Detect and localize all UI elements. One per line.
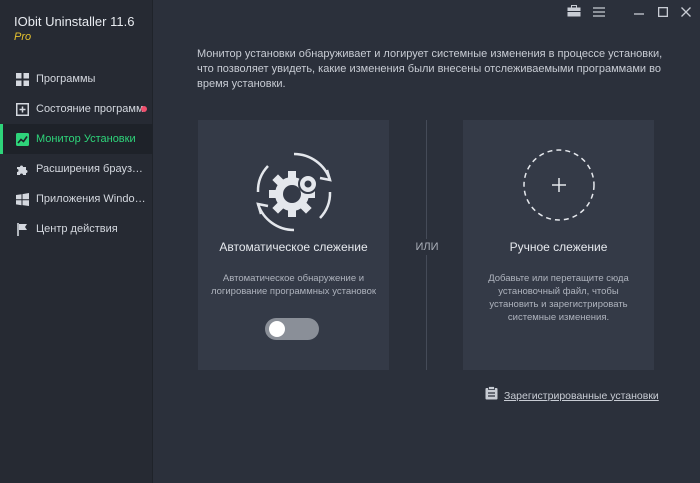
registered-installs-label[interactable]: Зарегистрированные установки: [504, 390, 659, 402]
menu-button[interactable]: [591, 5, 607, 21]
sidebar-item-label: Состояние программ: [36, 103, 144, 115]
page-description: Монитор установки обнаруживает и логируе…: [197, 48, 663, 90]
add-box-icon: [15, 102, 29, 116]
grid-icon: [15, 72, 29, 86]
sidebar-item-windows-apps[interactable]: Приложения Windows: [0, 184, 153, 214]
or-label: ИЛИ: [409, 239, 445, 255]
auto-monitor-description: Автоматическое обнаружение и логирование…: [210, 273, 377, 297]
maximize-button[interactable]: [655, 5, 671, 21]
sidebar-item-label: Центр действия: [36, 223, 118, 235]
sidebar-item-action-center[interactable]: Центр действия: [0, 214, 153, 244]
puzzle-icon: [15, 162, 29, 176]
sidebar-item-programs[interactable]: Программы: [0, 64, 153, 94]
briefcase-icon: [567, 4, 581, 22]
close-icon: [681, 4, 691, 22]
add-file-icon[interactable]: [521, 147, 597, 228]
sidebar-item-label: Программы: [36, 73, 96, 85]
manual-monitor-title: Ручное слежение: [509, 240, 608, 254]
manual-monitor-card[interactable]: Ручное слежение Добавьте или перетащите …: [463, 120, 654, 370]
sidebar-item-label: Приложения Windows: [36, 193, 148, 205]
flag-icon: [15, 222, 29, 236]
windows-icon: [15, 192, 29, 206]
sidebar-item-browser-extensions[interactable]: Расширения браузера: [0, 154, 153, 184]
clipboard-icon: [485, 386, 498, 405]
minimize-button[interactable]: [631, 5, 647, 21]
gear-sync-icon: [250, 148, 338, 241]
notification-badge: [141, 106, 147, 112]
auto-monitor-toggle[interactable]: [265, 318, 319, 340]
manual-monitor-description: Добавьте или перетащите сюда установочны…: [488, 273, 629, 323]
app-title: IObit Uninstaller 11.6: [14, 14, 135, 29]
app-edition: Pro: [14, 31, 32, 43]
sidebar: IObit Uninstaller 11.6 Pro Программы Сос…: [0, 0, 153, 483]
toolbox-button[interactable]: [566, 5, 582, 21]
auto-monitor-card: Автоматическое слежение Автоматическое о…: [198, 120, 389, 370]
sidebar-nav: Программы Состояние программ Монитор Уст…: [0, 64, 153, 244]
minimize-icon: [634, 4, 644, 22]
maximize-icon: [657, 4, 668, 22]
sidebar-item-install-monitor[interactable]: Монитор Установки: [0, 124, 153, 154]
sidebar-item-program-status[interactable]: Состояние программ: [0, 94, 153, 124]
sidebar-item-label: Монитор Установки: [36, 133, 136, 145]
auto-monitor-title: Автоматическое слежение: [219, 240, 368, 254]
sidebar-item-label: Расширения браузера: [36, 163, 148, 175]
registered-installs-link[interactable]: Зарегистрированные установки: [485, 386, 659, 405]
hamburger-icon: [593, 4, 605, 22]
chart-icon: [15, 132, 29, 146]
toggle-knob: [269, 321, 285, 337]
close-button[interactable]: [678, 5, 694, 21]
